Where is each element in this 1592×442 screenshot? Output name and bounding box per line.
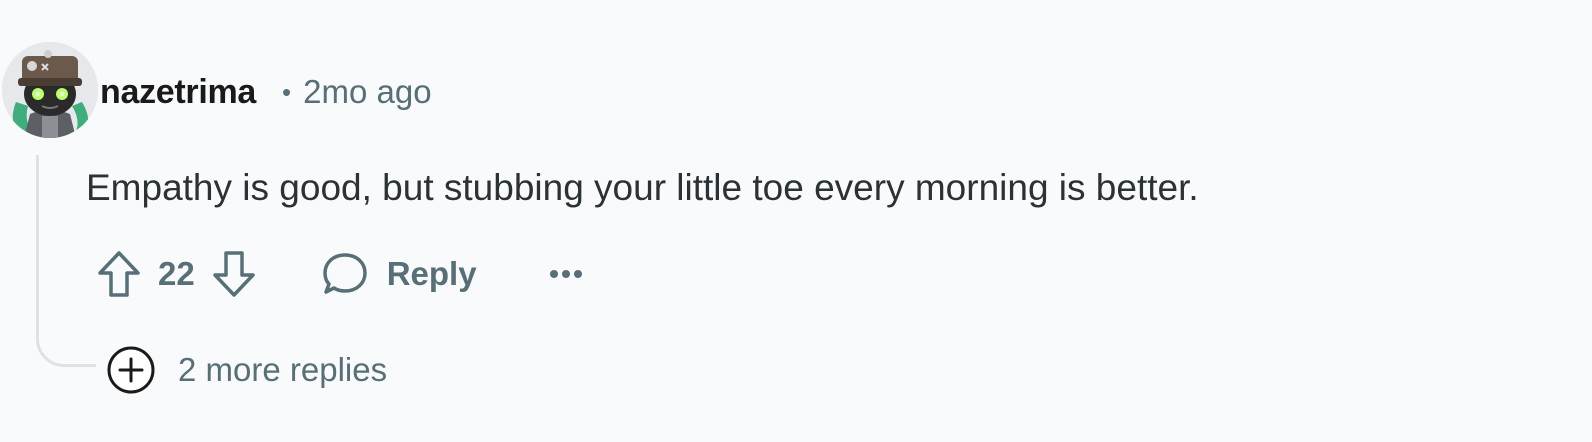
timestamp[interactable]: 2mo ago [303, 73, 431, 111]
reply-label: Reply [386, 255, 477, 292]
upvote-button[interactable] [96, 249, 142, 299]
comment-body: Empathy is good, but stubbing your littl… [86, 167, 1199, 208]
separator-dot: • [282, 77, 292, 107]
plus-circle-icon [107, 346, 155, 394]
comment-header: nazetrima • 2mo ago [100, 68, 432, 116]
vote-count: 22 [158, 255, 195, 292]
avatar[interactable] [2, 42, 98, 138]
more-replies-label: 2 more replies [178, 351, 388, 388]
arrow-up-icon [98, 251, 140, 297]
arrow-down-icon [212, 251, 255, 297]
downvote-button[interactable] [211, 249, 257, 299]
username-link[interactable]: nazetrima [100, 73, 256, 112]
more-options-button[interactable] [549, 268, 583, 280]
speech-bubble-icon [322, 253, 367, 294]
more-replies-button[interactable]: 2 more replies [106, 343, 387, 397]
ellipsis-icon [549, 270, 582, 278]
comment: nazetrima • 2mo ago Empathy is good, but… [0, 0, 1592, 442]
robot-avatar-icon [2, 42, 98, 138]
comment-actions: 22 Reply [96, 246, 583, 302]
reply-button[interactable]: Reply [321, 250, 477, 298]
